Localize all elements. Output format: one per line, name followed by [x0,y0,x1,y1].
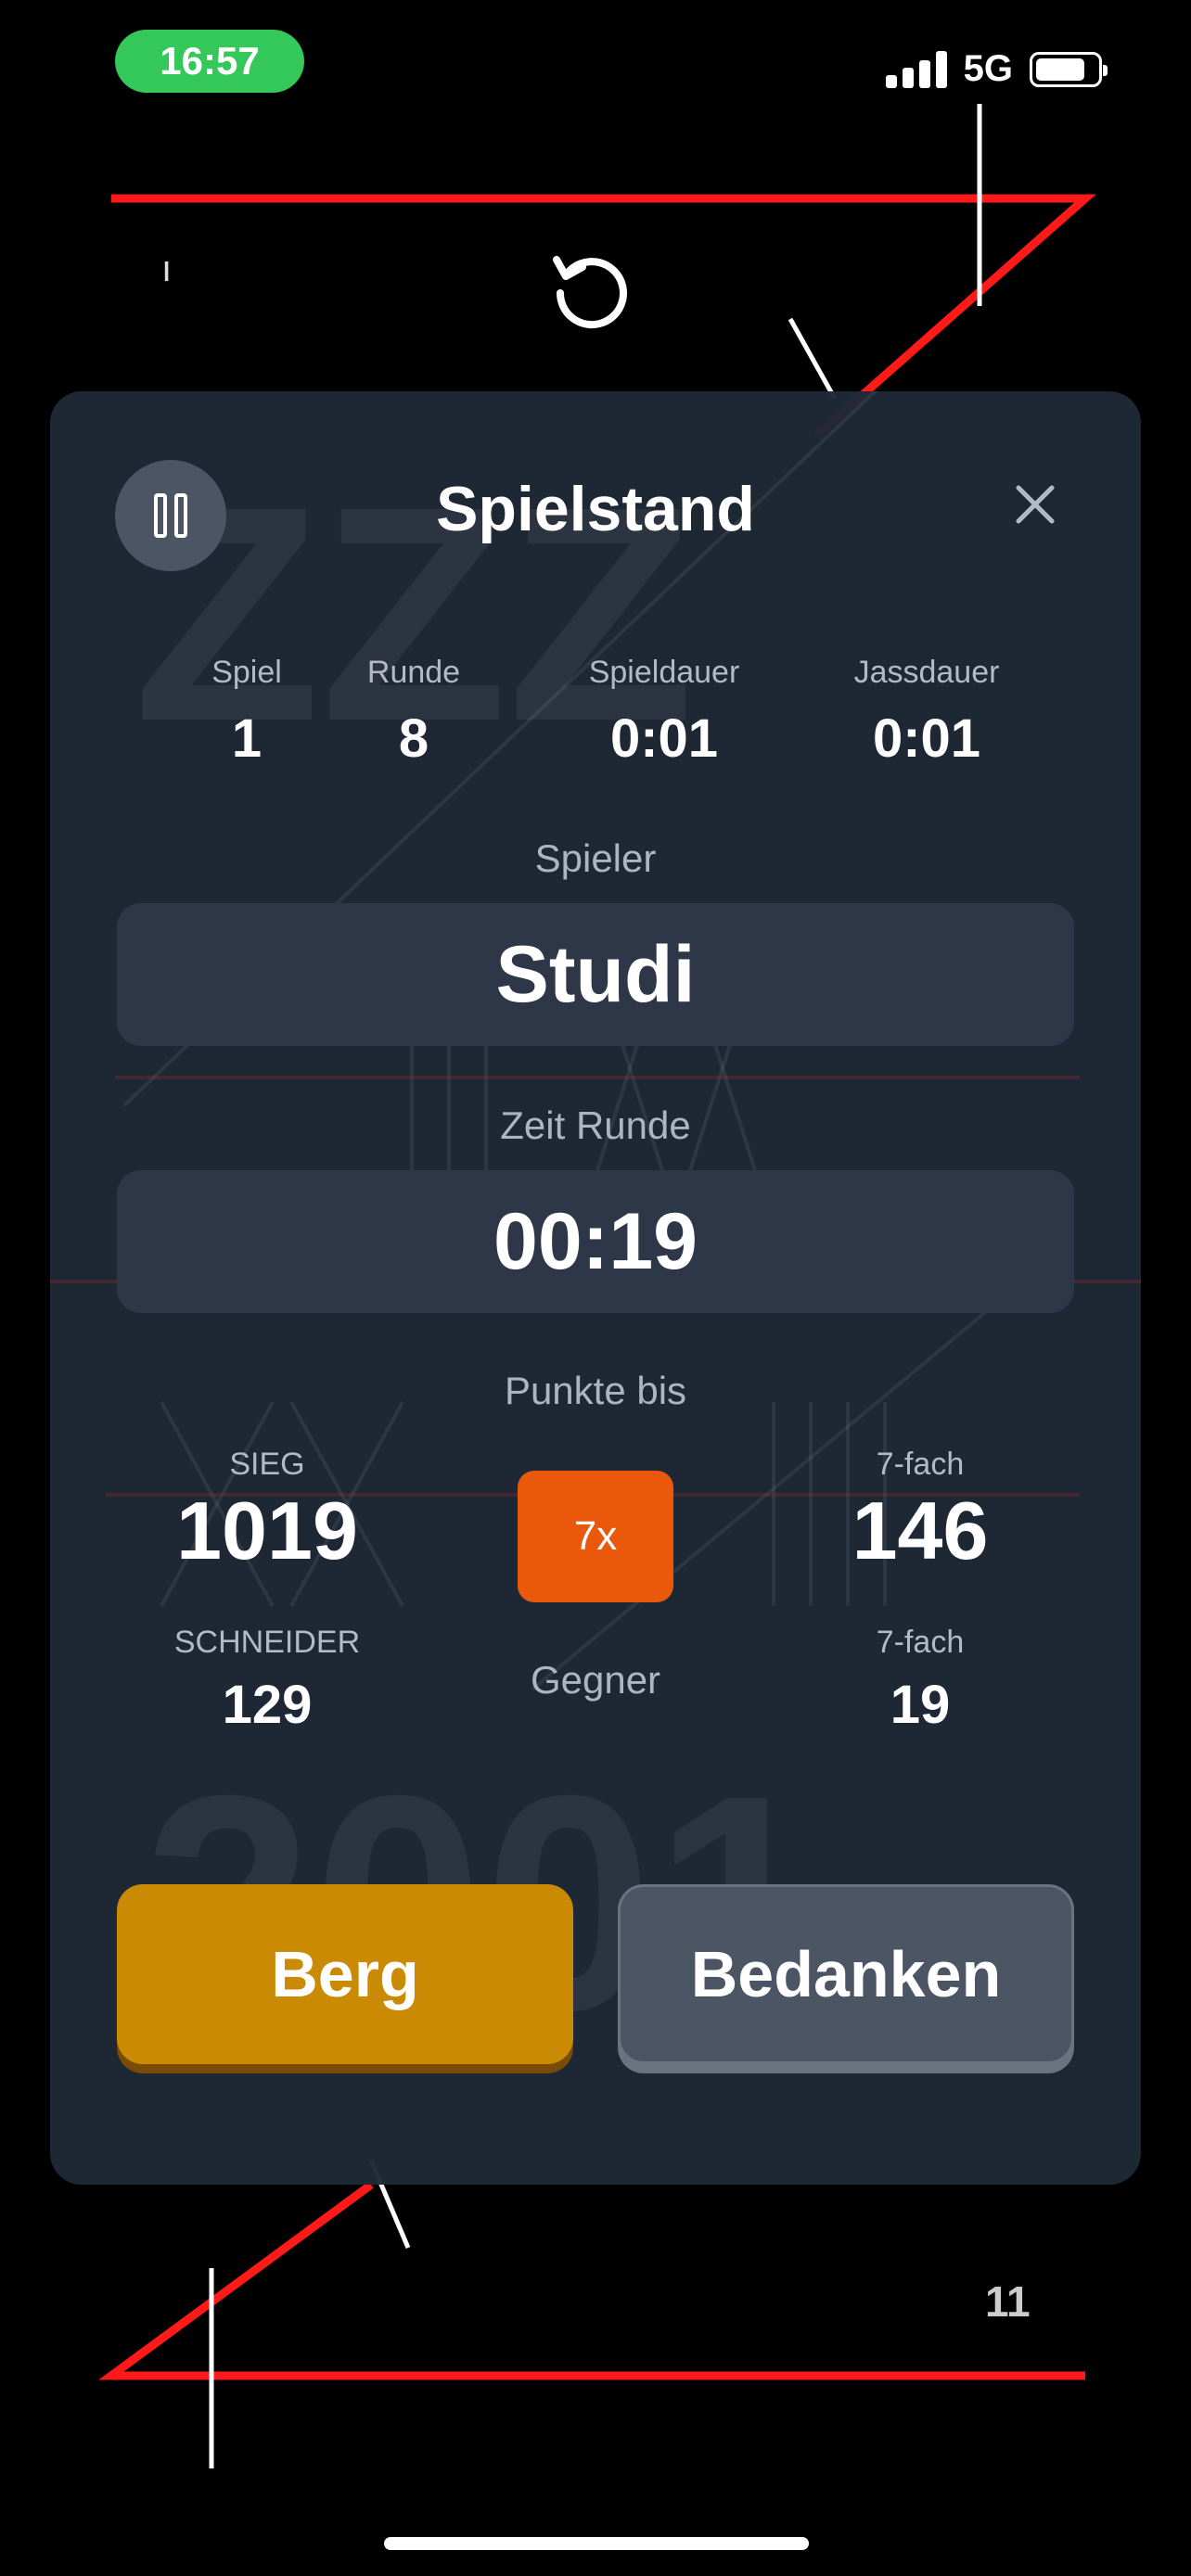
player-label: Spieler [534,836,657,880]
sieg-label: SIEG [229,1447,305,1482]
stat-label: Spieldauer [588,655,740,690]
stat-value: 1 [231,708,263,769]
sieg-column: SIEG 1019 [176,1447,358,1572]
multiplier-button[interactable]: 7x [518,1471,673,1602]
round-timer: 00:19 [493,1196,698,1286]
status-time: 16:57 [115,30,304,93]
stat-value: 8 [398,708,429,769]
stat-label: Spiel [211,655,282,690]
schneider-label: SCHNEIDER [173,1625,361,1660]
opponent-label: Gegner [530,1658,661,1702]
round-time-label: Zeit Runde [500,1103,691,1147]
stat-spieldauer: Spieldauer 0:01 [589,655,740,770]
battery-icon [1030,51,1108,87]
close-icon[interactable] [1007,477,1063,532]
berg-button[interactable]: Berg [117,1884,573,2064]
fach-bottom-value: 19 [890,1675,951,1735]
score-modal: ZZZ 2001 Spielstand Spiel 1 Runde 8 Spie… [50,391,1141,2185]
stat-value: 0:01 [609,708,719,769]
undo-icon[interactable] [545,243,634,332]
network-type: 5G [963,48,1013,89]
cellular-signal-icon [885,50,947,88]
modal-title: Spielstand [436,474,755,544]
board-score: 11 [985,2277,1031,2326]
stat-label: Jassdauer [853,655,1000,690]
player-box: Studi [117,903,1074,1046]
fach-bottom-column: 7-fach 19 [877,1625,965,1736]
points-label: Punkte bis [504,1369,687,1412]
round-time-box: 00:19 [117,1170,1074,1313]
stat-label: Runde [366,655,461,690]
fach-top-label: 7-fach [876,1447,965,1482]
status-icons: 5G [885,48,1108,90]
board-glyph: ı [161,253,173,294]
sieg-value: 1019 [176,1485,358,1576]
home-indicator[interactable] [384,2537,809,2550]
fach-bottom-label: 7-fach [876,1625,965,1660]
stat-spiel: Spiel 1 [211,655,282,770]
stat-value: 0:01 [872,708,981,769]
fach-top-column: 7-fach 146 [852,1447,989,1572]
stat-jassdauer: Jassdauer 0:01 [854,655,1000,770]
player-name: Studi [495,929,696,1019]
fach-top-value: 146 [852,1485,989,1576]
stat-runde: Runde 8 [367,655,460,770]
bedanken-button[interactable]: Bedanken [618,1884,1074,2064]
